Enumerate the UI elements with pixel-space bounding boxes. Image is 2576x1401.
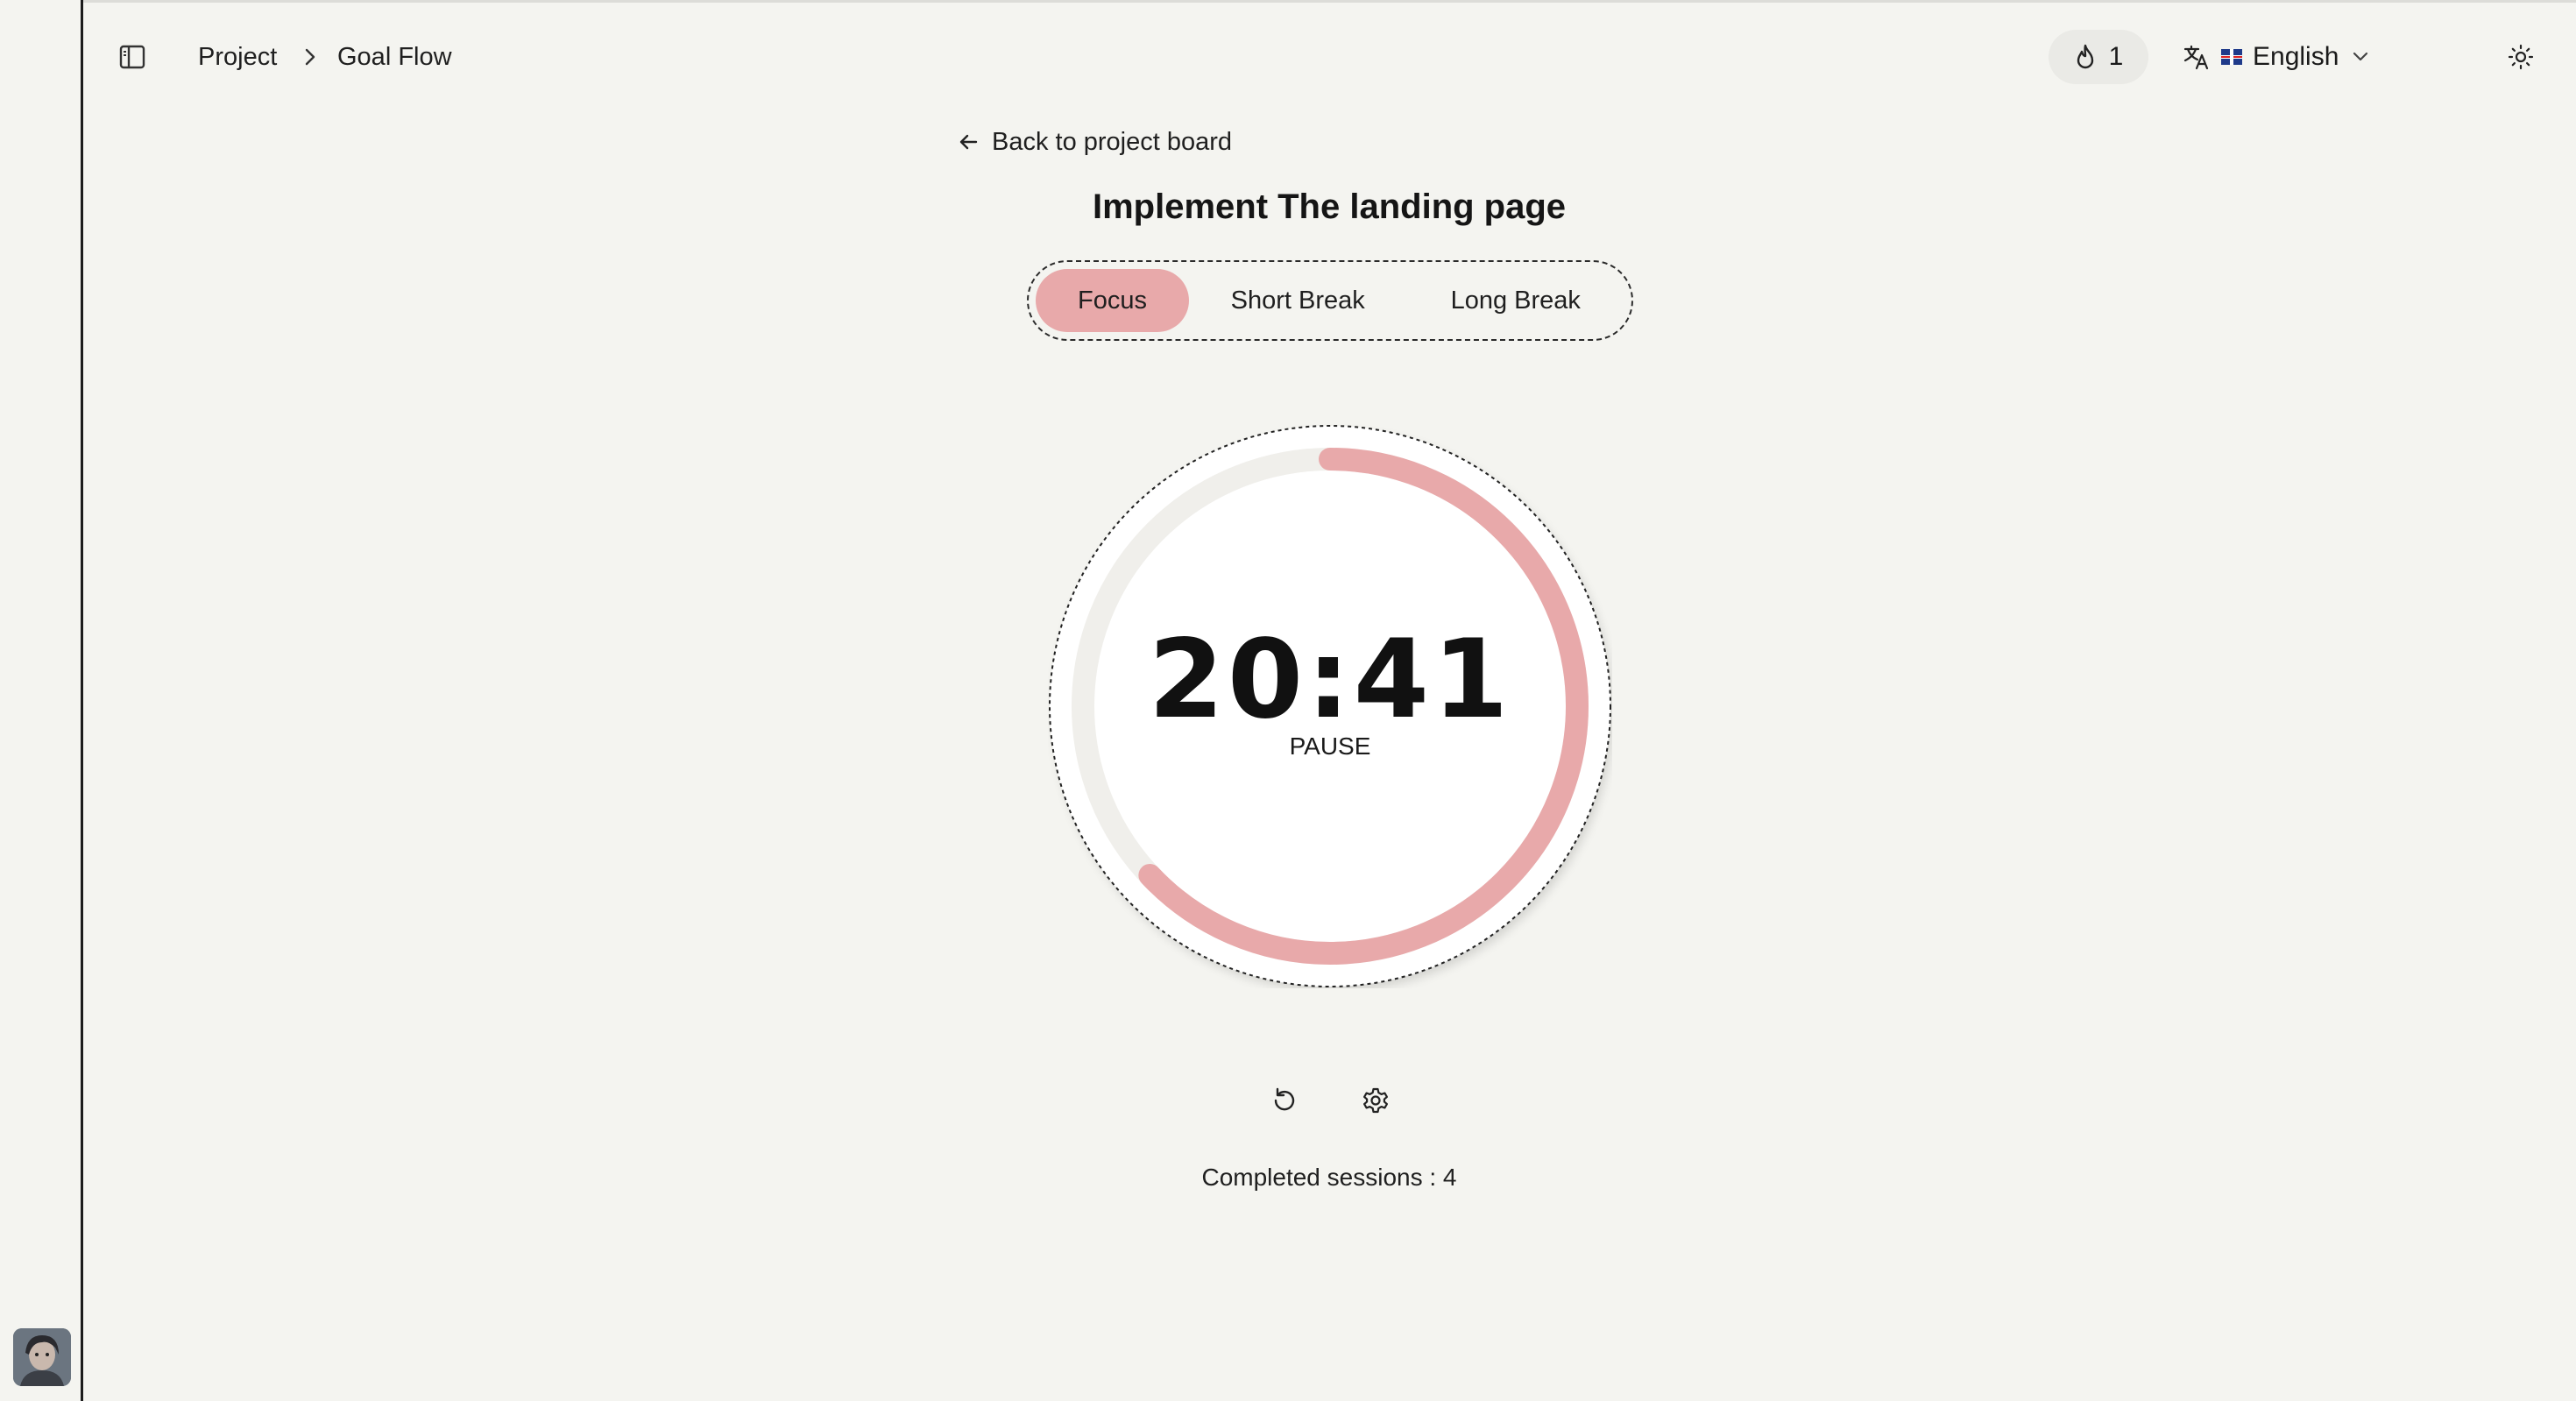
streak-count: 1 [2108, 42, 2124, 71]
rotate-ccw-icon [1274, 1087, 1295, 1111]
timer-settings-button[interactable] [1358, 1083, 1393, 1118]
gear-icon [1363, 1087, 1388, 1114]
back-to-board-link[interactable]: Back to project board [957, 124, 1232, 159]
tab-short-break[interactable]: Short Break [1189, 269, 1407, 332]
chevron-right-icon [305, 48, 315, 66]
timer-countdown: 20:41 [1148, 617, 1512, 743]
tab-focus[interactable]: Focus [1036, 269, 1189, 332]
sun-icon [2508, 44, 2534, 70]
back-link-label: Back to project board [992, 127, 1233, 156]
breadcrumb-project[interactable]: Project [198, 40, 277, 74]
translate-icon [2183, 45, 2209, 70]
app-root: Project Goal Flow 1 English Back to proj… [0, 0, 2576, 1401]
top-bar: Project Goal Flow 1 English [83, 0, 2576, 114]
language-label: English [2253, 42, 2339, 71]
sidebar-toggle-button[interactable] [115, 40, 150, 74]
arrow-left-icon [959, 134, 978, 150]
uk-flag-icon [2221, 49, 2242, 65]
completed-sessions: Completed sessions : 4 [1201, 1164, 1457, 1191]
tab-long-break[interactable]: Long Break [1406, 269, 1624, 332]
sidebar-toggle-icon [119, 45, 145, 69]
theme-toggle-button[interactable] [2503, 39, 2538, 74]
timer-dial: 20:41 PAUSE [1048, 424, 1612, 988]
pause-button[interactable]: PAUSE [1048, 732, 1612, 761]
task-title: Implement The landing page [1092, 188, 1567, 226]
flame-icon [2077, 44, 2093, 69]
timer-mode-tabs: Focus Short Break Long Break [1027, 260, 1633, 341]
avatar[interactable] [13, 1328, 71, 1386]
streak-badge[interactable]: 1 [2049, 30, 2148, 84]
chevron-down-icon [2353, 52, 2368, 61]
reset-timer-button[interactable] [1267, 1083, 1302, 1118]
language-select[interactable]: English [2183, 35, 2372, 79]
breadcrumb-current[interactable]: Goal Flow [337, 40, 452, 74]
